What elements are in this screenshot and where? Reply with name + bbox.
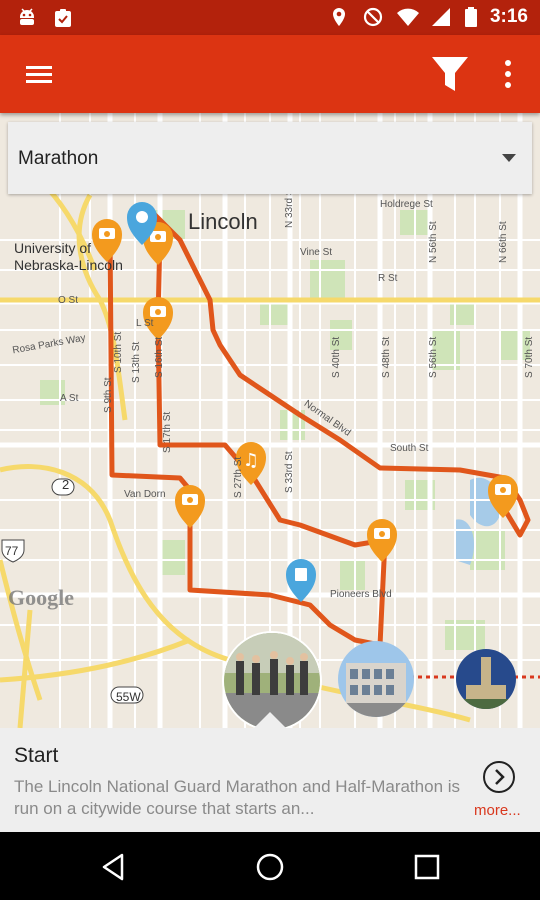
map-label-s10: S 10th St	[113, 331, 124, 373]
map-label-university: University of Nebraska-Lincoln	[14, 240, 123, 273]
map-label-vine: Vine St	[300, 247, 333, 258]
menu-icon[interactable]	[24, 59, 54, 89]
map-label-city: Lincoln	[188, 209, 258, 234]
map-label-s70: S 70th St	[524, 336, 535, 378]
more-link[interactable]: more...	[474, 802, 521, 819]
status-bar: 3:16	[0, 0, 540, 35]
card-pointer	[254, 712, 286, 728]
dropdown-selected-value: Marathon	[18, 148, 99, 169]
google-logo: Google	[8, 585, 74, 610]
map-label-s13: S 13th St	[131, 341, 142, 383]
wifi-icon	[396, 6, 419, 28]
map-label-hwy55w: 55W	[116, 690, 141, 704]
map-label-r-st: R St	[378, 273, 398, 284]
card-title: Start	[14, 744, 59, 767]
svg-text:♫: ♫	[243, 450, 259, 471]
card-description: The Lincoln National Guard Marathon and …	[14, 777, 461, 818]
next-arrow-icon[interactable]	[482, 760, 516, 794]
dropdown-arrow-icon	[502, 154, 516, 162]
recents-icon[interactable]	[410, 850, 444, 884]
map-label-a-st: A St	[60, 393, 79, 404]
map-label-pioneers-blvd: Pioneers Blvd	[330, 589, 392, 600]
back-icon[interactable]	[96, 850, 130, 884]
filter-icon[interactable]	[430, 55, 470, 93]
more-vert-icon[interactable]	[496, 55, 520, 93]
map-label-s48: S 48th St	[381, 336, 392, 378]
navigation-bar	[0, 832, 540, 900]
battery-icon	[464, 6, 478, 28]
map-label-s33: S 33rd St	[284, 451, 295, 493]
map-label-l-st: L St	[136, 318, 154, 329]
clipboard-check-icon	[52, 7, 74, 29]
map-label-van-dorn: Van Dorn	[124, 489, 166, 500]
map-label-s9: S 9th St	[103, 377, 114, 413]
map-label-holdrege: Holdrege St	[380, 199, 433, 210]
category-dropdown[interactable]: Marathon	[8, 122, 532, 194]
app-bar	[0, 35, 540, 113]
map-label-o-st: O St	[58, 295, 79, 306]
signal-icon	[430, 6, 452, 28]
map-label-s56: S 56th St	[428, 336, 439, 378]
map-label-hwy77: 77	[5, 544, 19, 558]
photo-thumbnail-tower[interactable]	[456, 649, 516, 709]
map-label-s16: S 16th St	[154, 336, 165, 378]
status-time: 3:16	[489, 6, 528, 27]
map-label-south-st: South St	[390, 443, 429, 454]
photo-thumbnail-building[interactable]	[338, 641, 414, 717]
location-icon	[328, 6, 350, 28]
map-label-n66: N 66th St	[498, 221, 509, 263]
info-card[interactable]: Start The Lincoln National Guard Maratho…	[0, 728, 540, 832]
home-icon[interactable]	[253, 850, 287, 884]
map-label-s27: S 27th St	[233, 456, 244, 498]
map-label-n56: N 56th St	[428, 221, 439, 263]
map-view[interactable]: ♫ Lincoln University of Nebraska-Lincoln…	[0, 113, 540, 728]
map-label-s40: S 40th St	[331, 336, 342, 378]
blocked-icon	[362, 6, 384, 28]
android-icon	[16, 7, 38, 29]
map-label-s17: S 17th St	[162, 411, 173, 453]
map-label-hwy2: 2	[62, 477, 70, 492]
